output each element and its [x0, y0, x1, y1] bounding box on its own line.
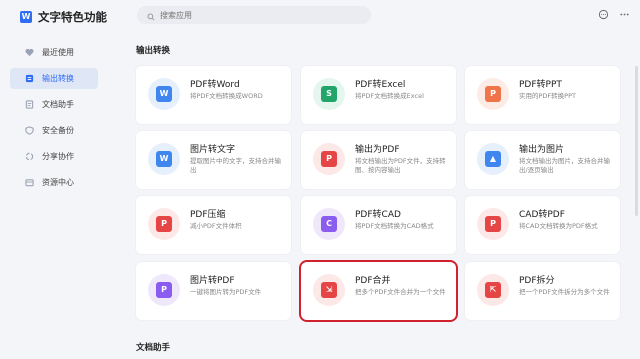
card-title: 输出为图片 — [519, 145, 565, 155]
tool-card[interactable]: ▲ 输出为图片将文档输出为图片，支持合并输出/逐页输出 — [465, 131, 620, 189]
card-icon-glyph: P — [485, 216, 501, 232]
app-brand: W 文字特色功能 — [20, 8, 107, 26]
sidebar-item-label: 输出转换 — [42, 74, 74, 83]
sidebar-item-label: 安全备份 — [42, 126, 74, 135]
card-title: 输出为PDF — [355, 145, 400, 155]
card-title: PDF压缩 — [190, 210, 226, 220]
card-description: 提取图片中的文字，支持合并输出 — [190, 157, 281, 174]
search-bar[interactable] — [137, 6, 371, 24]
app-logo-icon: W — [20, 11, 32, 23]
card-icon-glyph: ⇱ — [485, 282, 501, 298]
convert-icon — [25, 74, 34, 83]
card-description: 将PDF文档转换成Excel — [355, 92, 424, 100]
sidebar-item-convert[interactable]: 输出转换 — [10, 68, 98, 89]
pdf-merge-icon: ⇲ — [313, 274, 345, 306]
search-input[interactable] — [160, 10, 360, 20]
sidebar-item-security[interactable]: 安全备份 — [10, 120, 98, 141]
card-description: 把多个PDF文件合并为一个文件 — [355, 288, 446, 296]
card-description: 将PDF文档转换成WORD — [190, 92, 263, 100]
card-icon-glyph: P — [156, 282, 172, 298]
card-icon-glyph: C — [321, 216, 337, 232]
card-description: 把一个PDF文件拆分为多个文件 — [519, 288, 610, 296]
card-title: PDF转Excel — [355, 80, 406, 90]
heart-icon — [25, 48, 34, 57]
card-title: PDF转CAD — [355, 210, 401, 220]
pdf-compress-icon: P — [148, 208, 180, 240]
app-title: 文字特色功能 — [38, 10, 107, 24]
shield-icon — [25, 126, 34, 135]
document-icon — [25, 100, 34, 109]
card-description: 一键将图片转为PDF文件 — [190, 288, 262, 296]
card-title: PDF转PPT — [519, 80, 562, 90]
sidebar-item-recent[interactable]: 最近使用 — [10, 42, 98, 63]
image-to-pdf-icon: P — [148, 274, 180, 306]
more-icon[interactable] — [619, 9, 630, 20]
section-title-convert: 输出转换 — [136, 46, 171, 56]
export-pdf-icon: P — [313, 143, 345, 175]
card-description: 实用的PDF转换PPT — [519, 92, 576, 100]
card-icon-glyph: S — [321, 86, 337, 102]
chat-icon[interactable] — [598, 9, 609, 20]
card-title: CAD转PDF — [519, 210, 565, 220]
sidebar: W 文字特色功能 最近使用 输出转换 文档助手 安全备份 分享协作 资源中心 — [0, 0, 112, 359]
pdf-to-ppt-icon: P — [477, 78, 509, 110]
tool-card[interactable]: C PDF转CAD 将PDF文档转换为CAD格式 — [301, 196, 456, 254]
tool-card[interactable]: S PDF转Excel 将PDF文档转换成Excel — [301, 66, 456, 124]
tool-card[interactable]: P PDF转PPT 实用的PDF转换PPT — [465, 66, 620, 124]
section-title-document: 文档助手 — [136, 343, 171, 353]
pdf-split-icon: ⇱ — [477, 274, 509, 306]
cad-to-pdf-icon: P — [477, 208, 509, 240]
card-icon-glyph: P — [485, 86, 501, 102]
resource-icon — [25, 178, 34, 187]
top-toolbar — [598, 9, 630, 20]
sidebar-nav: 最近使用 输出转换 文档助手 安全备份 分享协作 资源中心 — [10, 42, 98, 198]
card-title: PDF拆分 — [519, 276, 555, 286]
card-icon-glyph: P — [156, 216, 172, 232]
main-content: 输出转换 W PDF转Word 将PDF文档转换成WORD S PDF转Excel 将PD… — [112, 30, 640, 359]
sidebar-item-label: 资源中心 — [42, 178, 74, 187]
card-icon-glyph: W — [156, 86, 172, 102]
card-description: 将PDF文档转换为CAD格式 — [355, 222, 434, 230]
card-description: 将文档输出为PDF文件，支持转图、按内容输出 — [355, 157, 446, 174]
tool-card[interactable]: P PDF压缩减小PDF文件体积 — [136, 196, 291, 254]
card-description: 减小PDF文件体积 — [190, 222, 242, 230]
sidebar-item-share[interactable]: 分享协作 — [10, 146, 98, 167]
card-icon-glyph: ⇲ — [321, 282, 337, 298]
card-title: PDF转Word — [190, 80, 240, 90]
card-title: PDF合并 — [355, 276, 391, 286]
card-title: 图片转PDF — [190, 276, 235, 286]
tool-card[interactable]: ⇱ PDF拆分把一个PDF文件拆分为多个文件 — [465, 262, 620, 320]
image-to-text-icon: W — [148, 143, 180, 175]
card-icon-glyph: ▲ — [485, 151, 501, 167]
tool-card[interactable]: P CAD转PDF 将CAD文档转换为PDF格式 — [465, 196, 620, 254]
card-icon-glyph: W — [156, 151, 172, 167]
export-image-icon: ▲ — [477, 143, 509, 175]
tool-card[interactable]: ⇲ PDF合并把多个PDF文件合并为一个文件 — [301, 262, 456, 320]
pdf-to-excel-icon: S — [313, 78, 345, 110]
tool-card[interactable]: P 输出为PDF 将文档输出为PDF文件，支持转图、按内容输出 — [301, 131, 456, 189]
sidebar-item-label: 最近使用 — [42, 48, 74, 57]
share-icon — [25, 152, 34, 161]
tool-card[interactable]: W PDF转Word 将PDF文档转换成WORD — [136, 66, 291, 124]
sidebar-item-label: 分享协作 — [42, 152, 74, 161]
card-title: 图片转文字 — [190, 145, 236, 155]
pdf-to-word-icon: W — [148, 78, 180, 110]
sidebar-item-label: 文档助手 — [42, 100, 74, 109]
sidebar-item-document[interactable]: 文档助手 — [10, 94, 98, 115]
pdf-to-cad-icon: C — [313, 208, 345, 240]
sidebar-item-resource[interactable]: 资源中心 — [10, 172, 98, 193]
tool-card[interactable]: P 图片转PDF 一键将图片转为PDF文件 — [136, 262, 291, 320]
card-icon-glyph: P — [321, 151, 337, 167]
card-description: 将CAD文档转换为PDF格式 — [519, 222, 598, 230]
tool-card[interactable]: W 图片转文字提取图片中的文字，支持合并输出 — [136, 131, 291, 189]
search-icon — [147, 6, 155, 25]
card-description: 将文档输出为图片，支持合并输出/逐页输出 — [519, 157, 610, 174]
scrollbar[interactable] — [635, 66, 638, 216]
